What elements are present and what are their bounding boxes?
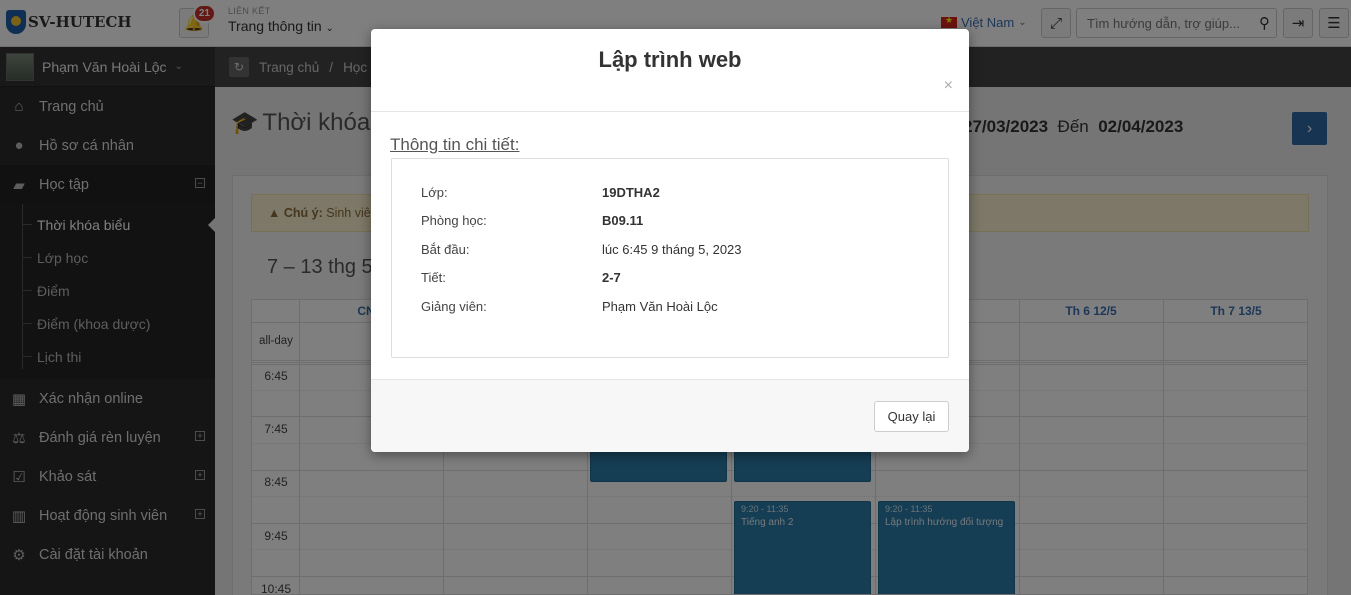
detail-label: Lớp:: [421, 185, 448, 200]
detail-label: Giảng viên:: [421, 299, 487, 314]
modal-footer: Quay lại: [371, 379, 969, 452]
event-detail-modal: Lập trình web × Thông tin chi tiết: Lớp:…: [371, 29, 969, 452]
detail-value: Phạm Văn Hoài Lộc: [602, 299, 718, 314]
detail-label: Tiết:: [421, 270, 446, 285]
detail-value: lúc 6:45 9 tháng 5, 2023: [602, 242, 742, 257]
close-icon[interactable]: ×: [944, 77, 953, 95]
detail-label: Bắt đầu:: [421, 242, 470, 257]
detail-value: B09.11: [602, 213, 644, 228]
detail-heading: Thông tin chi tiết:: [390, 135, 520, 154]
detail-value: 2-7: [602, 270, 621, 285]
detail-label: Phòng học:: [421, 213, 487, 228]
detail-box: Lớp: 19DTHA2 Phòng học: B09.11 Bắt đầu: …: [391, 158, 949, 358]
back-button[interactable]: Quay lại: [874, 401, 949, 432]
modal-body: Thông tin chi tiết: Lớp: 19DTHA2 Phòng h…: [371, 112, 969, 379]
detail-value: 19DTHA2: [602, 185, 660, 200]
modal-header: Lập trình web ×: [371, 29, 969, 112]
modal-title: Lập trình web: [598, 47, 742, 72]
